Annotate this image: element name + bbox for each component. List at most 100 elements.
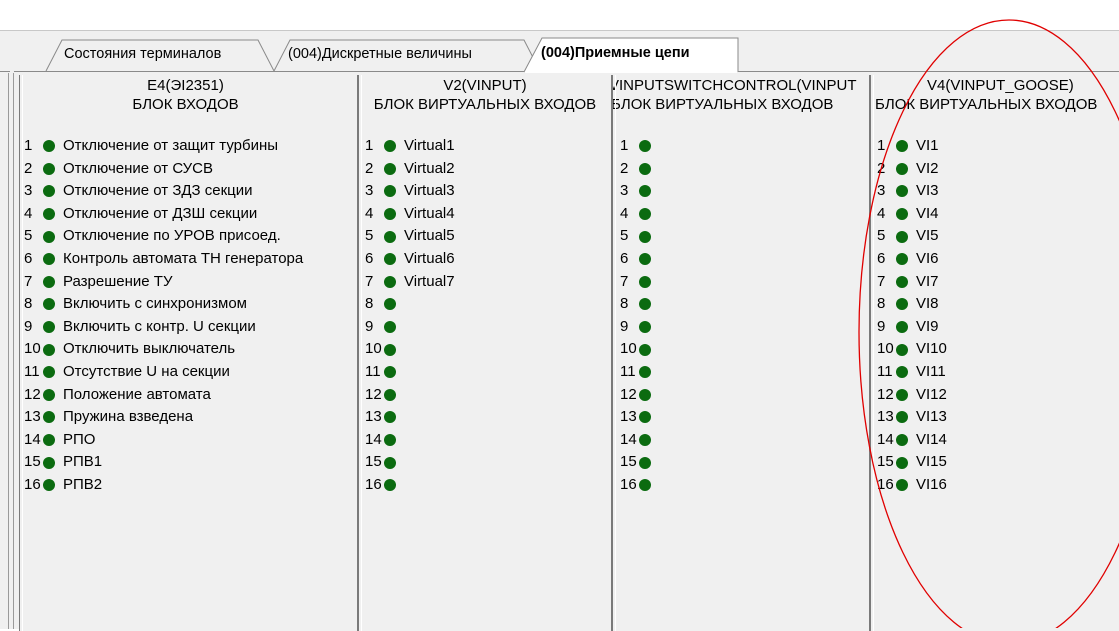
tab-terminal-states[interactable]: Состояния терминалов [45,39,275,72]
tab-receiving-circuits[interactable]: (004)Приемные цепи [523,37,744,73]
status-led-icon [43,208,55,221]
input-number: 9 [365,317,374,335]
input-number: 16 [24,475,41,493]
input-list: 1 Отключение от защит турбины 2 Отключение … [24,135,303,497]
input-number: 15 [877,453,894,471]
panel-subtitle: БЛОК ВХОДОВ [132,96,239,113]
input-row: 7 VI7 [877,271,947,294]
input-number: 13 [620,408,637,426]
status-led-icon [43,321,55,334]
status-led-icon [43,366,55,379]
input-row: 12 VI12 [877,384,947,407]
panel-switch-control-inputs: VINPUTSWITCHCONTROL(VINPUT БЛОК ВИРТУАЛЬ… [612,75,870,631]
input-label: VI14 [916,430,947,448]
tab-discrete-values[interactable]: (004)Дискретные величины [262,39,542,72]
input-row: 11 VI11 [877,361,947,384]
input-row: 5 Отключение по УРОВ присоед. [24,225,303,248]
status-led-icon [384,253,396,266]
status-led-icon [896,479,908,492]
input-row: 14 [620,429,659,452]
status-led-icon [896,208,908,221]
status-led-icon [43,275,55,288]
input-row: 10 [620,338,659,361]
panel-header: VINPUTSWITCHCONTROL(VINPUT БЛОК ВИРТУАЛЬ… [613,75,869,114]
status-led-icon [896,321,908,334]
input-label: VI10 [916,340,947,358]
input-row: 16 [620,474,659,497]
status-led-icon [43,298,55,311]
input-label: Virtual3 [404,182,455,200]
input-label: VI11 [916,362,946,380]
input-row: 3 VI3 [877,180,947,203]
input-label: Отключение от ДЗШ секции [63,204,258,222]
input-row: 12 [620,384,659,407]
status-led-icon [43,343,55,356]
input-number: 4 [877,204,886,222]
status-led-icon [639,434,651,447]
input-label: Virtual4 [404,204,455,222]
input-row: 14 [365,429,455,452]
window-left-border [8,73,14,629]
status-led-icon [43,230,55,243]
input-label: Отключение по УРОВ присоед. [63,227,281,245]
input-number: 16 [365,475,382,493]
input-label: Virtual5 [404,227,455,245]
input-number: 11 [877,362,893,380]
input-number: 3 [365,182,374,200]
input-number: 11 [620,362,636,380]
input-row: 3 [620,180,659,203]
input-row: 12 Положение автомата [24,384,303,407]
input-row: 13 VI13 [877,406,947,429]
status-led-icon [43,140,55,153]
status-led-icon [43,388,55,401]
input-row: 11 [365,361,455,384]
input-number: 8 [877,295,886,313]
input-row: 9 [620,316,659,339]
status-led-icon [896,275,908,288]
input-label: Отключение от ЗДЗ секции [63,182,253,200]
panel-goose-inputs: V4(VINPUT_GOOSE) БЛОК ВИРТУАЛЬНЫХ ВХОДОВ… [870,75,1119,631]
input-row: 7 Virtual7 [365,271,455,294]
input-number: 16 [877,475,894,493]
status-led-icon [639,456,651,469]
input-label: Включить с синхронизмом [63,295,247,313]
input-label: Virtual7 [404,272,455,290]
status-led-icon [896,343,908,356]
input-row: 5 [620,225,659,248]
input-number: 13 [365,408,382,426]
status-led-icon [896,230,908,243]
tab-label: (004)Дискретные величины [288,46,472,62]
status-led-icon [384,411,396,424]
status-led-icon [43,479,55,492]
status-led-icon [639,298,651,311]
input-label: VI9 [916,317,939,335]
input-number: 10 [877,340,894,358]
panels-container: E4(ЭI2351) БЛОК ВХОДОВ 1 Отключение от за… [19,75,1119,631]
input-number: 6 [24,249,33,267]
input-label: VI15 [916,453,947,471]
tab-strip-baseline-left [0,71,10,72]
input-row: 14 VI14 [877,429,947,452]
input-row: 11 [620,361,659,384]
panel-virtual-inputs: V2(VINPUT) БЛОК ВИРТУАЛЬНЫХ ВХОДОВ 1 Virt… [358,75,612,631]
input-row: 3 Virtual3 [365,180,455,203]
status-led-icon [384,208,396,221]
status-led-icon [639,253,651,266]
input-label: Virtual2 [404,159,455,177]
panel-header: V4(VINPUT_GOOSE) БЛОК ВИРТУАЛЬНЫХ ВХОДОВ [871,75,1119,114]
status-led-icon [43,411,55,424]
input-label: Контроль автомата ТН генератора [63,249,304,267]
status-led-icon [384,321,396,334]
tab-label: (004)Приемные цепи [541,45,690,61]
status-led-icon [639,185,651,198]
input-number: 1 [877,137,886,154]
input-label: VI3 [916,182,939,200]
status-led-icon [384,456,396,469]
input-number: 10 [24,340,41,358]
input-row: 10 Отключить выключатель [24,338,303,361]
input-number: 4 [365,204,374,222]
status-led-icon [896,162,908,175]
input-number: 3 [877,182,886,200]
input-row: 10 [365,338,455,361]
status-led-icon [896,366,908,379]
